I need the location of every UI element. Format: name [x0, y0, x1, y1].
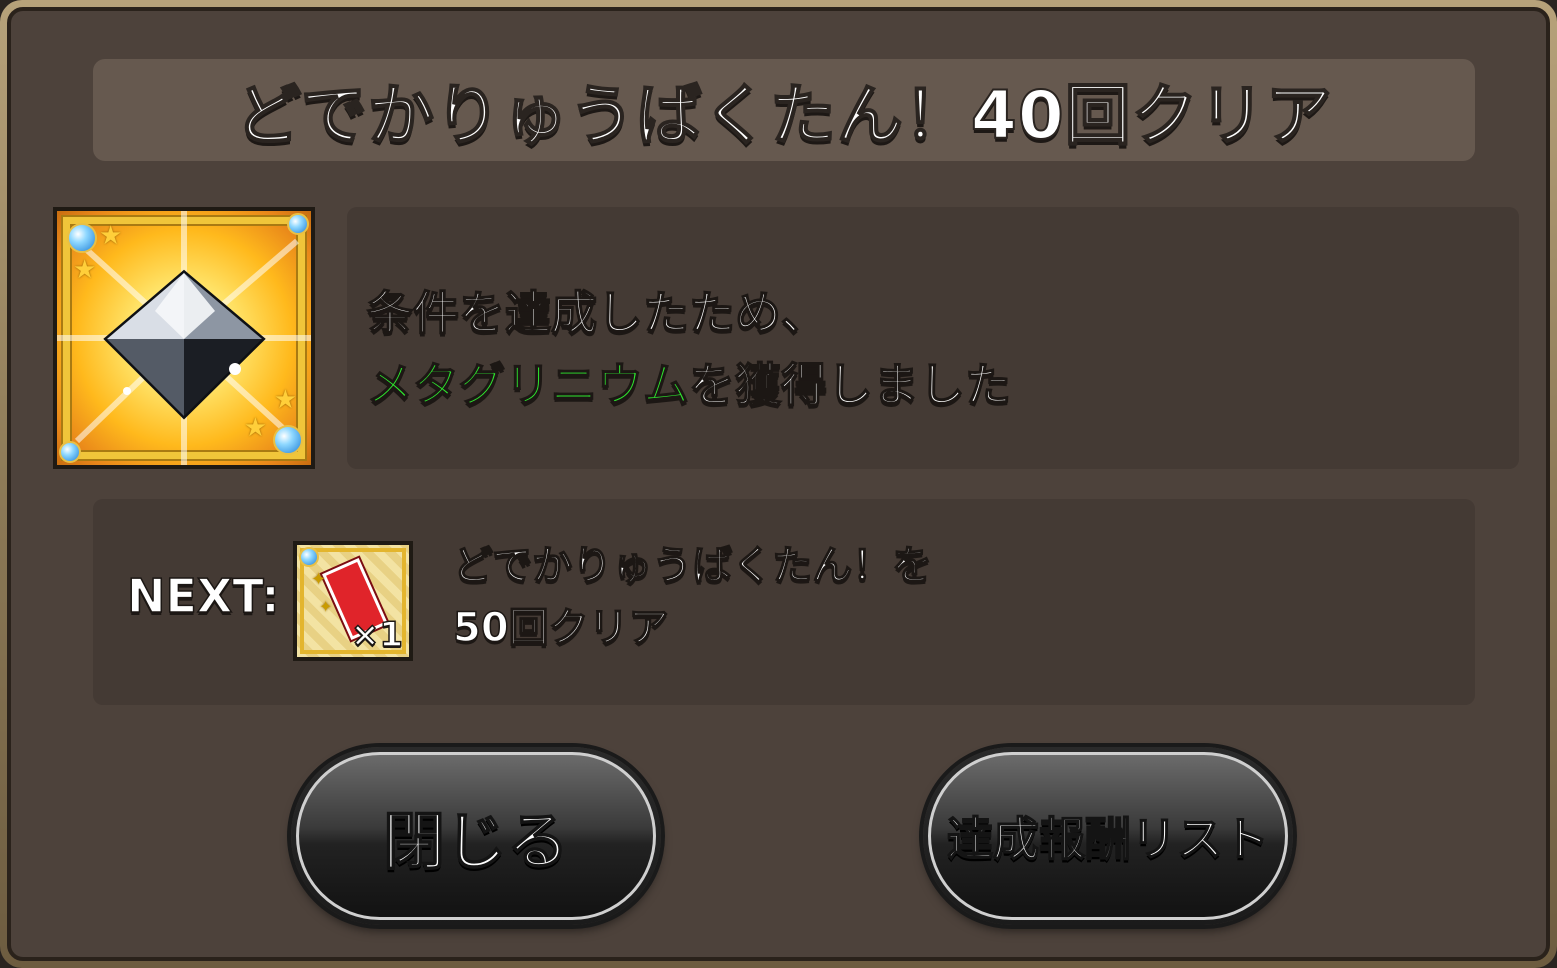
- achievement-dialog-frame: どでかりゅうばくたん！40回クリア ★ ★ ★ ★ 条件を達成したため、 メタグ…: [0, 0, 1557, 968]
- next-goal-panel: NEXT: ✦ ✦ ×1 どでかりゅうばくたん！を 50回クリア: [93, 499, 1475, 705]
- next-goal-line1: どでかりゅうばくたん！を: [452, 542, 933, 590]
- reward-message: 条件を達成したため、 メタグリニウムを獲得しました: [366, 277, 1012, 421]
- orb-icon: [287, 213, 309, 235]
- next-goal-line2: 50回クリア: [452, 604, 669, 652]
- reward-count: ×1: [350, 614, 404, 656]
- reward-list-button-label: 達成報酬リスト: [946, 811, 1270, 867]
- next-goal-description: どでかりゅうばくたん！を 50回クリア: [452, 535, 933, 659]
- star-icon: ★: [243, 413, 267, 443]
- sparkle-icon: ✦: [311, 569, 327, 590]
- reward-list-button-face[interactable]: 達成報酬リスト: [928, 752, 1288, 920]
- close-button-label: 閉じる: [382, 804, 570, 879]
- star-icon: ★: [99, 221, 123, 251]
- achievement-dialog: どでかりゅうばくたん！40回クリア ★ ★ ★ ★ 条件を達成したため、 メタグ…: [7, 7, 1550, 961]
- reward-message-line2: メタグリニウムを獲得しました: [366, 349, 1012, 421]
- orb-icon: [273, 425, 303, 455]
- sparkle-icon: ✦: [319, 597, 333, 616]
- metagrinium-crystal-icon: ★ ★ ★ ★: [53, 207, 315, 469]
- close-button-face[interactable]: 閉じる: [296, 752, 656, 920]
- title-bar: どでかりゅうばくたん！40回クリア: [93, 59, 1475, 161]
- reward-message-line1: 条件を達成したため、: [366, 285, 828, 341]
- orb-icon: [67, 223, 97, 253]
- reward-item-name: メタグリニウム: [366, 357, 690, 413]
- reward-list-button[interactable]: 達成報酬リスト: [923, 747, 1293, 925]
- orb-icon: [59, 441, 81, 463]
- next-label: NEXT:: [126, 568, 280, 624]
- ticket-icon: ✦ ✦ ×1: [293, 541, 413, 661]
- reward-message-panel: 条件を達成したため、 メタグリニウムを獲得しました: [347, 207, 1519, 469]
- star-icon: ★: [73, 255, 97, 285]
- orb-icon: [299, 547, 319, 567]
- star-icon: ★: [273, 385, 297, 415]
- close-button[interactable]: 閉じる: [291, 747, 661, 925]
- dialog-title: どでかりゅうばくたん！40回クリア: [234, 76, 1333, 155]
- crystal-shape: [57, 211, 311, 465]
- reward-message-suffix: を獲得しました: [688, 357, 1012, 413]
